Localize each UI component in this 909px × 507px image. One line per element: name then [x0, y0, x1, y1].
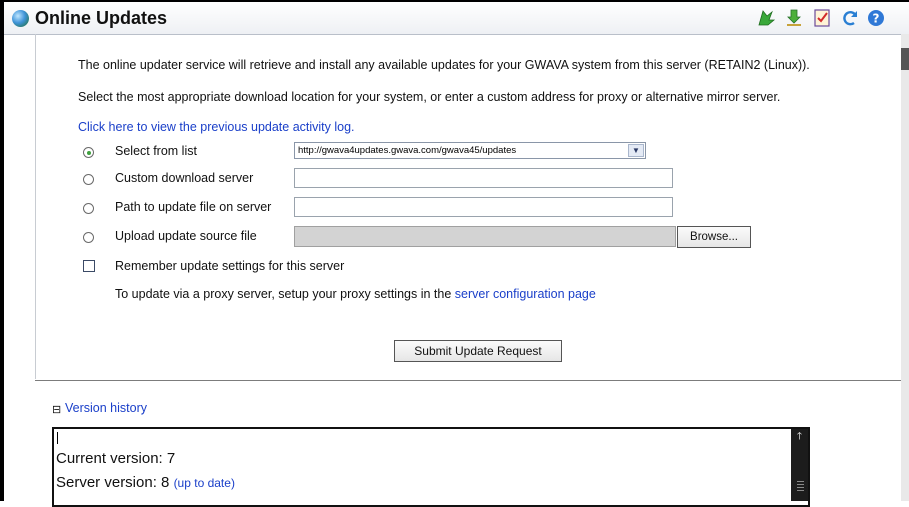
radio-path-on-server[interactable] — [83, 203, 94, 214]
section-divider — [35, 380, 901, 381]
page-scrollbar[interactable] — [901, 34, 909, 501]
version-history-box — [52, 427, 810, 507]
label-custom-server: Custom download server — [115, 171, 254, 185]
page-scrollbar-thumb[interactable] — [901, 48, 909, 70]
proxy-note-text: To update via a proxy server, setup your… — [115, 287, 452, 301]
version-status-link[interactable]: (up to date) — [174, 476, 235, 490]
server-version-row: Server version: 8 (up to date) — [56, 474, 235, 491]
custom-server-input[interactable] — [294, 168, 673, 188]
globe-icon — [12, 10, 29, 27]
browse-button[interactable]: Browse... — [677, 226, 751, 248]
path-on-server-input[interactable] — [294, 197, 673, 217]
remember-settings-label: Remember update settings for this server — [115, 259, 345, 273]
upload-file-field[interactable] — [294, 226, 676, 247]
label-select-from-list: Select from list — [115, 144, 197, 158]
download-location-select[interactable]: http://gwava4updates.gwava.com/gwava45/u… — [294, 142, 646, 159]
radio-custom-server[interactable] — [83, 174, 94, 185]
download-icon[interactable] — [784, 8, 804, 28]
help-icon[interactable]: ? — [866, 8, 886, 28]
current-version-row: Current version: 7 — [56, 450, 175, 467]
update-log-link[interactable]: Click here to view the previous update a… — [78, 120, 355, 134]
proxy-note: To update via a proxy server, setup your… — [115, 287, 596, 301]
radio-upload-source[interactable] — [83, 232, 94, 243]
refresh-icon[interactable] — [840, 8, 860, 28]
page-title: Online Updates — [35, 8, 168, 28]
scroll-grip-icon[interactable] — [797, 481, 804, 493]
server-config-link[interactable]: server configuration page — [455, 287, 596, 301]
remember-settings-checkbox[interactable] — [83, 260, 95, 272]
server-version-value: 8 — [161, 474, 170, 491]
svg-text:?: ? — [873, 12, 880, 26]
label-path-on-server: Path to update file on server — [115, 200, 272, 214]
submit-update-button[interactable]: Submit Update Request — [394, 340, 562, 362]
runner-icon[interactable] — [756, 8, 776, 28]
text-cursor — [57, 432, 58, 444]
scroll-up-icon[interactable]: 🡑 — [791, 430, 808, 444]
current-version-value: 7 — [166, 450, 176, 467]
collapse-icon[interactable]: ⊟ — [52, 403, 61, 416]
select-value: http://gwava4updates.gwava.com/gwava45/u… — [298, 145, 517, 156]
chevron-down-icon[interactable]: ▼ — [628, 144, 644, 157]
intro-line-2: Select the most appropriate download loc… — [78, 90, 781, 104]
label-upload-source: Upload update source file — [115, 229, 257, 243]
server-version-label: Server version: — [56, 474, 157, 491]
title-bar: Online Updates ? — [4, 2, 909, 35]
intro-line-1: The online updater service will retrieve… — [78, 58, 810, 72]
radio-select-from-list[interactable] — [83, 147, 94, 158]
version-history-link[interactable]: Version history — [65, 401, 147, 415]
current-version-label: Current version: — [56, 450, 163, 467]
window-frame-left — [0, 0, 4, 501]
checklist-icon[interactable] — [812, 8, 832, 28]
